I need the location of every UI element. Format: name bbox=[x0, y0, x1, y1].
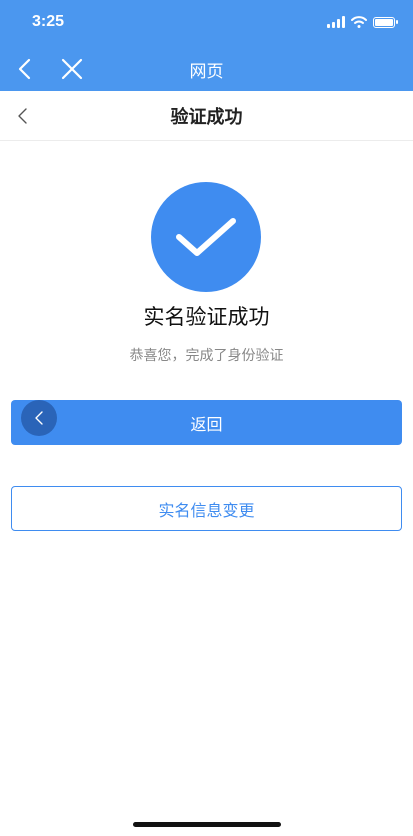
home-indicator[interactable] bbox=[133, 822, 281, 827]
back-button[interactable]: 返回 bbox=[11, 400, 402, 445]
top-bar: 3:25 网页 bbox=[0, 0, 413, 91]
status-time: 3:25 bbox=[32, 13, 65, 30]
back-button-label: 返回 bbox=[190, 414, 223, 434]
page-header: 验证成功 bbox=[0, 91, 413, 141]
nav-title: 网页 bbox=[189, 62, 224, 82]
page-title: 验证成功 bbox=[170, 107, 243, 128]
checkmark-icon bbox=[176, 218, 236, 256]
chevron-left-icon bbox=[35, 411, 43, 425]
success-subtitle: 恭喜您，完成了身份验证 bbox=[129, 348, 284, 364]
cellular-signal-icon bbox=[327, 16, 345, 28]
status-icons bbox=[327, 14, 398, 30]
change-realname-label: 实名信息变更 bbox=[158, 500, 255, 520]
wifi-icon bbox=[351, 16, 367, 28]
success-badge bbox=[151, 182, 261, 292]
battery-icon bbox=[373, 16, 398, 28]
floating-back-button[interactable] bbox=[21, 400, 57, 436]
change-realname-button[interactable]: 实名信息变更 bbox=[11, 486, 402, 531]
success-title: 实名验证成功 bbox=[143, 305, 270, 329]
